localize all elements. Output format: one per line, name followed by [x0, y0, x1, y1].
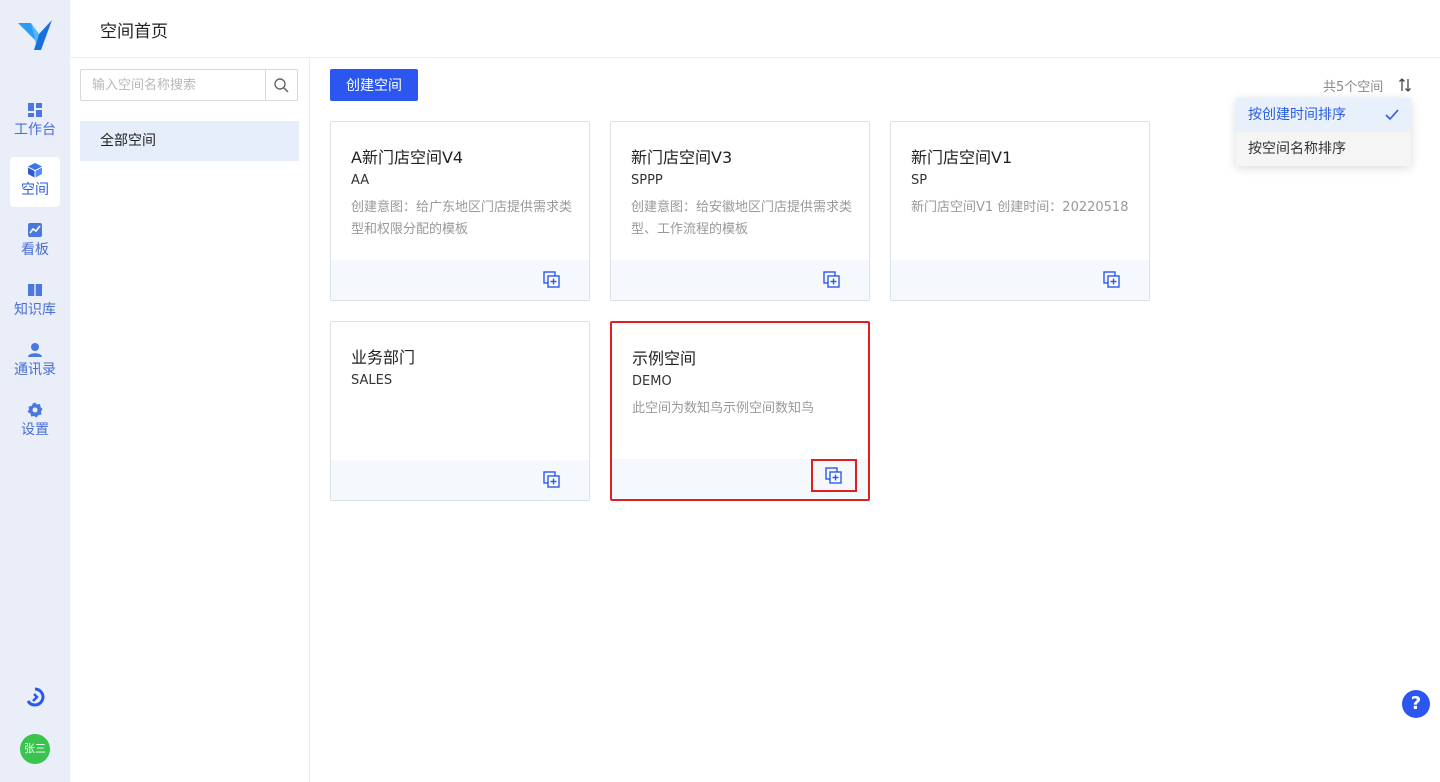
card-title: 新门店空间V1	[911, 148, 1013, 167]
nav-label: 工作台	[14, 122, 56, 138]
nav-item-board[interactable]: 看板	[10, 217, 60, 267]
nav-item-knowledge[interactable]: 知识库	[10, 277, 60, 327]
cube-icon	[28, 163, 42, 178]
nav-label: 设置	[21, 422, 49, 438]
search-icon	[274, 77, 289, 93]
card-footer	[611, 260, 869, 300]
nav-label: 空间	[21, 182, 49, 198]
search-box	[80, 69, 298, 101]
card-code: SPPP	[631, 173, 663, 188]
nav-item-settings[interactable]: 设置	[10, 397, 60, 447]
user-icon	[28, 343, 42, 357]
card-title: 业务部门	[351, 348, 416, 367]
space-sidebar: 全部空间	[70, 58, 310, 782]
page-header: 空间首页	[70, 0, 1440, 58]
space-card-selected[interactable]: 示例空间 DEMO 此空间为数知鸟示例空间数知鸟	[610, 321, 870, 501]
card-title: 新门店空间V3	[631, 148, 733, 167]
nav-label: 通讯录	[14, 362, 56, 378]
space-card[interactable]: A新门店空间V4 AA 创建意图：给广东地区门店提供需求类型和权限分配的模板	[330, 121, 590, 301]
card-description: 创建意图：给安徽地区门店提供需求类型、工作流程的模板	[631, 200, 853, 237]
nav-item-space[interactable]: 空间	[10, 157, 60, 207]
search-input[interactable]	[81, 70, 267, 100]
logo-icon[interactable]	[17, 20, 53, 52]
card-footer	[612, 459, 868, 499]
avatar[interactable]: 张三	[20, 734, 50, 764]
nav-rail: 工作台 空间 看板 知识库 通讯录 设置 张三	[0, 0, 70, 782]
dashboard-icon	[28, 103, 42, 117]
copy-space-icon[interactable]	[823, 271, 841, 289]
copy-space-icon[interactable]	[543, 471, 561, 489]
help-desk-icon[interactable]	[25, 687, 45, 707]
sort-dropdown: 按创建时间排序 按空间名称排序	[1236, 98, 1411, 166]
create-space-button[interactable]: 创建空间	[330, 69, 418, 101]
copy-space-icon[interactable]	[1103, 271, 1121, 289]
sort-option-created-time[interactable]: 按创建时间排序	[1236, 98, 1411, 132]
card-code: SALES	[351, 373, 393, 388]
card-description: 此空间为数知鸟示例空间数知鸟	[632, 401, 815, 416]
space-card[interactable]: 业务部门 SALES	[330, 321, 590, 501]
sort-option-name[interactable]: 按空间名称排序	[1236, 132, 1411, 166]
card-footer	[331, 460, 589, 500]
copy-space-icon[interactable]	[543, 271, 561, 289]
card-description: 新门店空间V1 创建时间：20220518	[911, 200, 1129, 215]
card-description: 创建意图：给广东地区门店提供需求类型和权限分配的模板	[351, 200, 573, 237]
check-icon	[1385, 109, 1399, 121]
card-title: 示例空间	[632, 349, 697, 368]
gear-icon	[27, 402, 43, 418]
card-footer	[891, 260, 1149, 300]
copy-space-icon	[825, 466, 842, 484]
card-title: A新门店空间V4	[351, 148, 464, 167]
space-card[interactable]: 新门店空间V1 SP 新门店空间V1 创建时间：20220518	[890, 121, 1150, 301]
sidebar-item-all-spaces[interactable]: 全部空间	[80, 121, 299, 161]
card-code: SP	[911, 173, 928, 188]
card-footer	[331, 260, 589, 300]
space-card[interactable]: 新门店空间V3 SPPP 创建意图：给安徽地区门店提供需求类型、工作流程的模板	[610, 121, 870, 301]
copy-space-button[interactable]	[811, 459, 857, 492]
sort-option-label: 按空间名称排序	[1248, 141, 1346, 157]
page-title: 空间首页	[100, 22, 168, 42]
nav-label: 看板	[21, 242, 49, 258]
nav-item-contacts[interactable]: 通讯录	[10, 337, 60, 387]
sort-option-label: 按创建时间排序	[1248, 107, 1346, 123]
space-count: 共5个空间	[1323, 80, 1384, 95]
book-icon	[28, 284, 42, 296]
help-button[interactable]: ?	[1402, 690, 1430, 718]
search-button[interactable]	[265, 70, 297, 100]
card-code: DEMO	[632, 374, 672, 389]
sort-icon[interactable]	[1398, 77, 1412, 93]
nav-item-workbench[interactable]: 工作台	[10, 97, 60, 147]
nav-label: 知识库	[14, 302, 56, 318]
chart-icon	[28, 223, 42, 237]
card-code: AA	[351, 173, 370, 188]
